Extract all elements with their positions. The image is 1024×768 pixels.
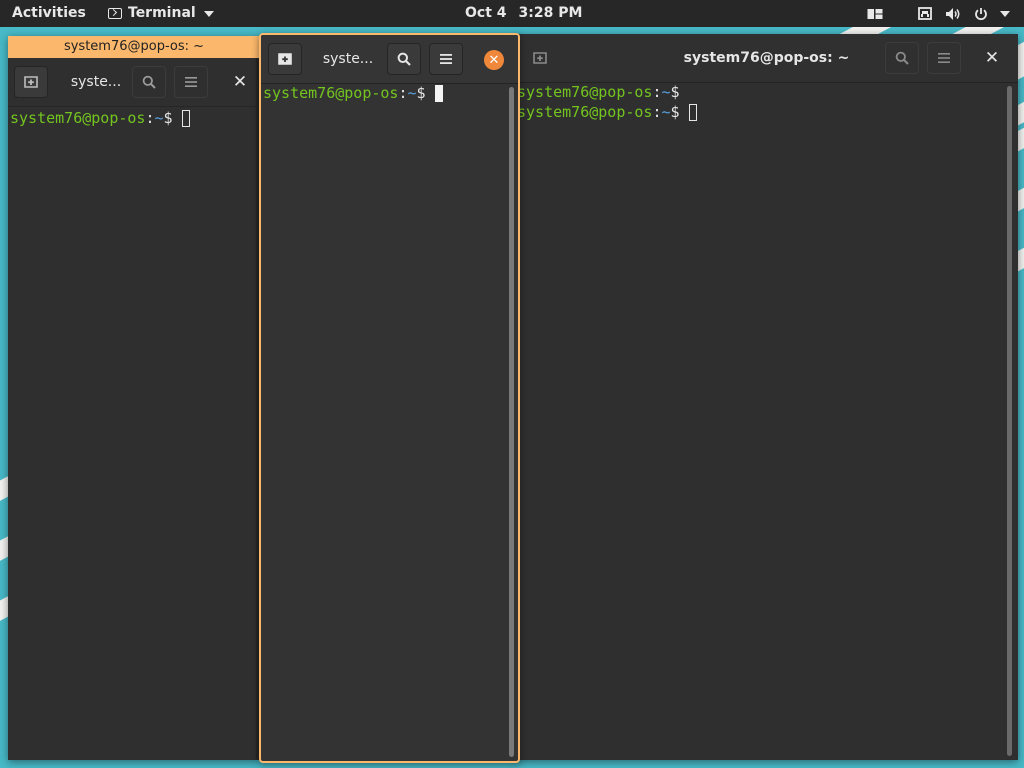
prompt-colon: : [652,103,662,121]
close-button[interactable]: ✕ [982,48,1002,68]
close-button[interactable]: ✕ [230,72,250,92]
search-button[interactable] [132,66,166,98]
clock-date: Oct 4 [465,5,507,21]
scrollbar[interactable] [1007,86,1012,756]
headerbar: system76@pop-os: ~ ✕ [515,34,1018,83]
prompt-symbol: $ [670,103,680,121]
new-tab-button[interactable] [523,42,557,74]
menu-button[interactable] [429,43,463,75]
new-tab-icon [24,76,38,88]
new-tab-icon [533,52,547,64]
scrollbar[interactable] [509,87,514,757]
prompt-colon: : [398,84,408,102]
top-panel: Activities Terminal Oct 4 3:28 PM [0,0,1024,27]
prompt-user-host: system76@pop-os [517,83,653,101]
prompt-symbol: $ [416,84,426,102]
window-title[interactable]: system76@pop-os: ~ [8,36,260,58]
volume-icon[interactable] [944,0,962,27]
hamburger-menu-icon [185,77,197,87]
prompt-line: system76@pop-os: ~ $ [10,108,260,128]
prompt-line: system76@pop-os: ~ $ [517,82,1018,102]
prompt-path: ~ [661,103,671,121]
clock-time: 3:28 PM [518,5,583,21]
terminal-output[interactable]: system76@pop-os: ~ $ [8,106,260,760]
headerbar: syste... ✕ [8,58,260,107]
prompt-path: ~ [661,83,671,101]
app-menu[interactable]: Terminal [108,0,214,27]
terminal-output[interactable]: system76@pop-os: ~ $ system76@pop-os: ~ $ [515,82,1018,760]
text-cursor [434,84,443,102]
prompt-path: ~ [154,109,164,127]
workspaces-icon[interactable] [866,0,884,27]
search-icon [895,51,909,65]
menu-button[interactable] [174,66,208,98]
prompt-user-host: system76@pop-os [517,103,653,121]
app-menu-label: Terminal [128,5,196,21]
text-cursor [181,109,190,127]
headerbar: syste... ✕ [261,35,518,84]
network-wired-icon[interactable] [917,0,933,27]
new-tab-button[interactable] [268,43,302,75]
search-icon [142,75,156,89]
prompt-symbol: $ [163,109,173,127]
activities-button[interactable]: Activities [12,0,86,27]
close-icon: ✕ [984,47,1000,68]
prompt-path: ~ [407,84,417,102]
menu-button[interactable] [927,42,961,74]
terminal-output[interactable]: system76@pop-os: ~ $ [261,83,518,761]
search-button[interactable] [387,43,421,75]
new-tab-button[interactable] [14,66,48,98]
terminal-app-icon [108,8,122,19]
search-icon [397,52,411,66]
prompt-line: system76@pop-os: ~ $ [263,83,518,103]
prompt-line: system76@pop-os: ~ $ [517,102,1018,122]
search-button[interactable] [885,42,919,74]
text-cursor [688,103,697,121]
terminal-window-focused[interactable]: syste... ✕ system76@pop-os: ~ $ [259,33,520,763]
tab-title[interactable]: syste... [56,58,136,106]
system-menu-chevron-down-icon[interactable] [998,0,1010,27]
close-icon: ✕ [232,71,248,92]
close-button[interactable]: ✕ [484,50,504,70]
close-icon: ✕ [488,52,500,68]
terminal-window-right[interactable]: system76@pop-os: ~ ✕ system76@pop-os: ~ $ … [515,34,1018,760]
new-tab-icon [278,53,292,65]
prompt-colon: : [145,109,155,127]
prompt-symbol: $ [670,83,680,101]
prompt-colon: : [652,83,662,101]
hamburger-menu-icon [440,54,452,64]
clock[interactable]: Oct 4 3:28 PM [465,0,582,27]
terminal-window-left[interactable]: system76@pop-os: ~ syste... ✕ system76@p… [8,36,260,760]
power-icon[interactable] [973,0,989,27]
prompt-user-host: system76@pop-os [263,84,399,102]
hamburger-menu-icon [938,53,950,63]
chevron-down-icon [203,10,214,17]
prompt-user-host: system76@pop-os [10,109,146,127]
tab-title[interactable]: syste... [309,35,387,83]
tab-title[interactable]: system76@pop-os: ~ [665,34,868,82]
